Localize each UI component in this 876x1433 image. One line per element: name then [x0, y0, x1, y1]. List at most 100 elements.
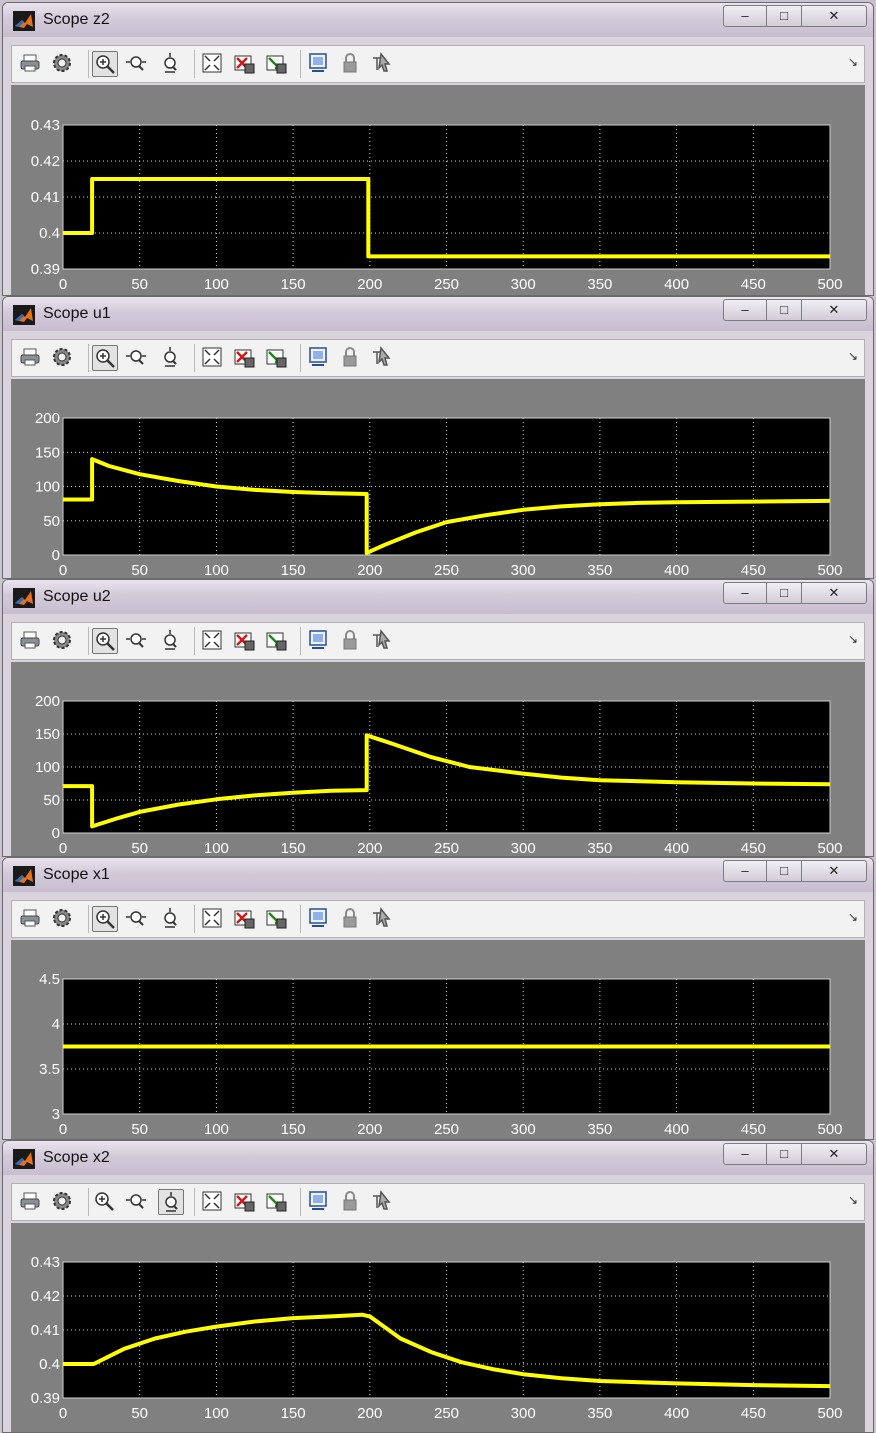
- zoom-x-button[interactable]: [124, 1189, 150, 1215]
- print-button[interactable]: [18, 345, 44, 371]
- y-tick-label: 200: [35, 410, 60, 427]
- floating-scope-button[interactable]: [306, 345, 332, 371]
- toolbar-overflow-icon[interactable]: ↘: [848, 349, 858, 363]
- title-bar[interactable]: Scope u2 – □ ✕: [3, 580, 873, 614]
- lock-button[interactable]: [338, 51, 364, 77]
- toolbar-separator: [300, 344, 301, 372]
- restore-axes-button[interactable]: [264, 345, 290, 371]
- minimize-button[interactable]: –: [723, 5, 767, 27]
- title-bar[interactable]: Scope z2 – □ ✕: [3, 3, 873, 37]
- zoom-x-button[interactable]: [124, 345, 150, 371]
- lock-icon: [343, 347, 357, 367]
- minimize-button[interactable]: –: [723, 299, 767, 321]
- parameters-gear-button[interactable]: [50, 345, 76, 371]
- zoom-x-button[interactable]: [124, 628, 150, 654]
- x-tick-label: 0: [59, 276, 67, 293]
- lock-button[interactable]: [338, 345, 364, 371]
- toolbar-overflow-icon[interactable]: ↘: [848, 1193, 858, 1207]
- parameters-gear-button[interactable]: [50, 628, 76, 654]
- title-bar[interactable]: Scope x2 – □ ✕: [3, 1141, 873, 1175]
- floating-scope-button[interactable]: [306, 1189, 332, 1215]
- minimize-button[interactable]: –: [723, 1143, 767, 1165]
- save-axes-button[interactable]: [232, 906, 258, 932]
- x-tick-label: 0: [59, 1405, 67, 1422]
- autoscale-button[interactable]: [200, 906, 226, 932]
- zoom-y-button[interactable]: [158, 345, 184, 371]
- signal-selection-button[interactable]: [370, 345, 396, 371]
- minimize-button[interactable]: –: [723, 860, 767, 882]
- signal-selection-button[interactable]: [370, 906, 396, 932]
- title-bar[interactable]: Scope x1 – □ ✕: [3, 858, 873, 892]
- zoom-y-button[interactable]: [158, 51, 184, 77]
- print-button[interactable]: [18, 628, 44, 654]
- save-axes-button[interactable]: [232, 345, 258, 371]
- close-button[interactable]: ✕: [801, 5, 867, 27]
- restore-axes-button[interactable]: [264, 51, 290, 77]
- zoom-y-icon: [164, 53, 177, 73]
- print-button[interactable]: [18, 51, 44, 77]
- floating-scope-button[interactable]: [306, 51, 332, 77]
- restore-axes-icon: [266, 349, 287, 368]
- zoom-x-icon: [126, 911, 146, 926]
- maximize-button[interactable]: □: [766, 582, 802, 604]
- x-tick-label: 350: [587, 562, 612, 578]
- floating-scope-button[interactable]: [306, 628, 332, 654]
- lock-button[interactable]: [338, 1189, 364, 1215]
- toolbar-overflow-icon[interactable]: ↘: [848, 632, 858, 646]
- toolbar-overflow-icon[interactable]: ↘: [848, 910, 858, 924]
- zoom-in-button[interactable]: [92, 906, 118, 932]
- zoom-y-button[interactable]: [158, 906, 184, 932]
- y-tick-label: 0: [52, 825, 60, 842]
- toolbar-separator: [300, 50, 301, 78]
- parameters-gear-button[interactable]: [50, 51, 76, 77]
- close-button[interactable]: ✕: [801, 860, 867, 882]
- autoscale-button[interactable]: [200, 1189, 226, 1215]
- maximize-button[interactable]: □: [766, 860, 802, 882]
- save-axes-button[interactable]: [232, 1189, 258, 1215]
- print-icon: [20, 909, 40, 927]
- zoom-in-icon: [95, 1192, 114, 1211]
- restore-axes-button[interactable]: [264, 1189, 290, 1215]
- signal-selection-button[interactable]: [370, 1189, 396, 1215]
- lock-button[interactable]: [338, 628, 364, 654]
- close-button[interactable]: ✕: [801, 299, 867, 321]
- zoom-in-button[interactable]: [92, 51, 118, 77]
- maximize-button[interactable]: □: [766, 299, 802, 321]
- parameters-gear-icon: [53, 54, 71, 72]
- zoom-x-button[interactable]: [124, 51, 150, 77]
- save-axes-button[interactable]: [232, 51, 258, 77]
- minimize-button[interactable]: –: [723, 582, 767, 604]
- zoom-x-button[interactable]: [124, 906, 150, 932]
- print-button[interactable]: [18, 1189, 44, 1215]
- toolbar-overflow-icon[interactable]: ↘: [848, 55, 858, 69]
- x-tick-label: 200: [357, 276, 382, 293]
- restore-axes-button[interactable]: [264, 628, 290, 654]
- parameters-gear-button[interactable]: [50, 1189, 76, 1215]
- lock-button[interactable]: [338, 906, 364, 932]
- floating-scope-button[interactable]: [306, 906, 332, 932]
- autoscale-button[interactable]: [200, 51, 226, 77]
- save-axes-button[interactable]: [232, 628, 258, 654]
- zoom-in-button[interactable]: [92, 1189, 118, 1215]
- signal-selection-button[interactable]: [370, 628, 396, 654]
- close-button[interactable]: ✕: [801, 1143, 867, 1165]
- parameters-gear-button[interactable]: [50, 906, 76, 932]
- signal-selection-icon: [373, 1190, 391, 1210]
- maximize-button[interactable]: □: [766, 1143, 802, 1165]
- zoom-y-button[interactable]: [158, 1189, 184, 1215]
- zoom-in-button[interactable]: [92, 628, 118, 654]
- zoom-y-button[interactable]: [158, 628, 184, 654]
- maximize-button[interactable]: □: [766, 5, 802, 27]
- x-tick-label: 100: [204, 276, 229, 293]
- toolbar-separator: [88, 905, 89, 933]
- autoscale-button[interactable]: [200, 628, 226, 654]
- signal-selection-button[interactable]: [370, 51, 396, 77]
- y-tick-label: 0.42: [31, 1288, 60, 1305]
- restore-axes-button[interactable]: [264, 906, 290, 932]
- close-button[interactable]: ✕: [801, 582, 867, 604]
- title-bar[interactable]: Scope u1 – □ ✕: [3, 297, 873, 331]
- autoscale-button[interactable]: [200, 345, 226, 371]
- x-tick-label: 400: [664, 1405, 689, 1422]
- zoom-in-button[interactable]: [92, 345, 118, 371]
- print-button[interactable]: [18, 906, 44, 932]
